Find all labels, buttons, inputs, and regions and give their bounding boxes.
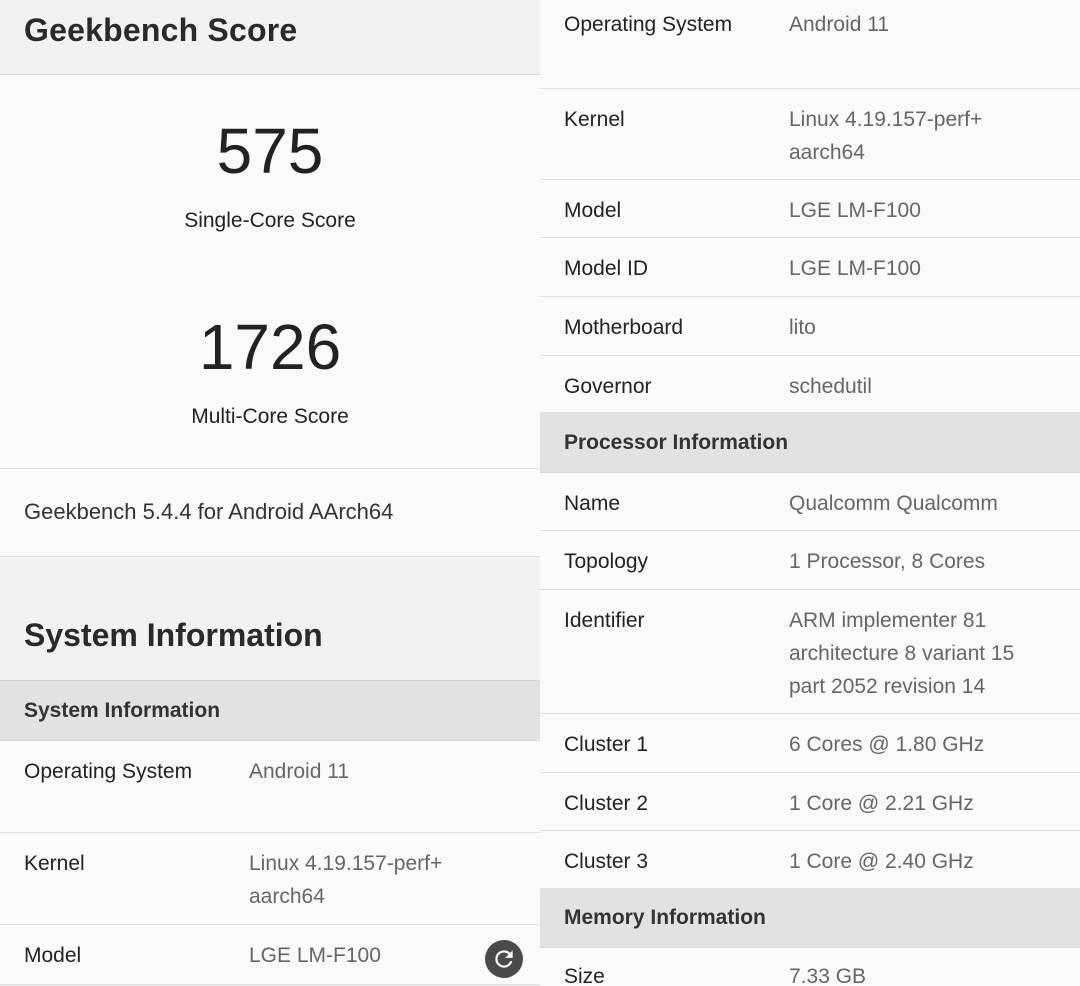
info-key: Topology — [564, 550, 649, 573]
info-row-cluster-2: Cluster 2 1 Core @ 2.21 GHz — [540, 773, 1080, 831]
info-key: Cluster 3 — [564, 850, 649, 873]
memory-info-subheader: Memory Information — [540, 889, 1080, 948]
page-title: Geekbench Score — [24, 12, 298, 48]
score-card: 575 Single-Core Score 1726 Multi-Core Sc… — [0, 75, 540, 469]
info-value: LGE LM-F100 — [789, 199, 921, 222]
info-value: Linux 4.19.157-perf+ aarch64 — [249, 852, 443, 908]
system-info-section: System Information — [0, 557, 540, 681]
multi-core-label: Multi-Core Score — [191, 405, 349, 428]
single-core-block: 575 Single-Core Score — [0, 119, 540, 233]
info-key: Motherboard — [564, 316, 684, 339]
info-row-os: Operating System Android 11 — [540, 0, 1080, 89]
info-value: 6 Cores @ 1.80 GHz — [789, 733, 985, 756]
info-key: Cluster 2 — [564, 792, 649, 815]
info-row-model: Model LGE LM-F100 — [540, 180, 1080, 238]
info-value: 1 Core @ 2.21 GHz — [789, 792, 974, 815]
info-key: Operating System — [564, 13, 733, 36]
info-row-model-id: Model ID LGE LM-F100 — [540, 238, 1080, 297]
info-key: Operating System — [24, 760, 193, 783]
info-row-model: Model LGE LM-F100 — [0, 925, 540, 985]
info-row-cluster-3: Cluster 3 1 Core @ 2.40 GHz — [540, 831, 1080, 889]
info-key: Model ID — [564, 257, 649, 280]
info-row-os: Operating System Android 11 — [0, 741, 540, 833]
refresh-button[interactable] — [485, 940, 523, 978]
info-row-size: Size 7.33 GB — [540, 948, 1080, 986]
refresh-icon — [495, 950, 513, 968]
multi-core-block: 1726 Multi-Core Score — [0, 315, 540, 429]
info-value: ARM implementer 81 architecture 8 varian… — [789, 609, 1015, 698]
info-value: 7.33 GB — [789, 965, 867, 986]
info-value: LGE LM-F100 — [249, 944, 381, 967]
info-row-motherboard: Motherboard lito — [540, 297, 1080, 356]
info-key: Model — [24, 944, 82, 967]
info-key: Governor — [564, 375, 652, 398]
info-row-kernel: Kernel Linux 4.19.157-perf+ aarch64 — [0, 833, 540, 925]
info-row-governor: Governor schedutil — [540, 356, 1080, 413]
info-key: Name — [564, 492, 621, 515]
info-row-cluster-1: Cluster 1 6 Cores @ 1.80 GHz — [540, 714, 1080, 773]
info-value: 1 Processor, 8 Cores — [789, 550, 986, 573]
info-value: Qualcomm Qualcomm — [789, 492, 998, 515]
info-value: LGE LM-F100 — [789, 257, 921, 280]
system-info-subheader: System Information — [0, 681, 540, 741]
right-panel: Operating System Android 11 Kernel Linux… — [540, 0, 1080, 986]
info-value: Android 11 — [249, 760, 350, 783]
processor-info-subheader: Processor Information — [540, 413, 1080, 473]
info-value: schedutil — [789, 375, 872, 398]
multi-core-score: 1726 — [198, 311, 342, 383]
info-key: Size — [564, 965, 605, 986]
section-title: System Information — [24, 617, 323, 653]
app-header: Geekbench Score — [0, 0, 540, 75]
info-key: Model — [564, 199, 622, 222]
single-core-score: 575 — [216, 115, 324, 187]
info-row-identifier: Identifier ARM implementer 81 architectu… — [540, 590, 1080, 714]
info-key: Kernel — [24, 852, 85, 875]
info-row-topology: Topology 1 Processor, 8 Cores — [540, 531, 1080, 590]
left-panel: Geekbench Score 575 Single-Core Score 17… — [0, 0, 540, 986]
info-value: 1 Core @ 2.40 GHz — [789, 850, 974, 873]
info-value: lito — [789, 316, 816, 339]
single-core-label: Single-Core Score — [184, 209, 356, 232]
info-key: Cluster 1 — [564, 733, 649, 756]
info-key: Identifier — [564, 609, 645, 632]
version-row: Geekbench 5.4.4 for Android AArch64 — [0, 469, 540, 557]
info-row-name: Name Qualcomm Qualcomm — [540, 473, 1080, 531]
info-key: Kernel — [564, 108, 625, 131]
info-row-kernel: Kernel Linux 4.19.157-perf+ aarch64 — [540, 89, 1080, 180]
info-value: Linux 4.19.157-perf+ aarch64 — [789, 108, 983, 164]
info-value: Android 11 — [789, 13, 890, 36]
